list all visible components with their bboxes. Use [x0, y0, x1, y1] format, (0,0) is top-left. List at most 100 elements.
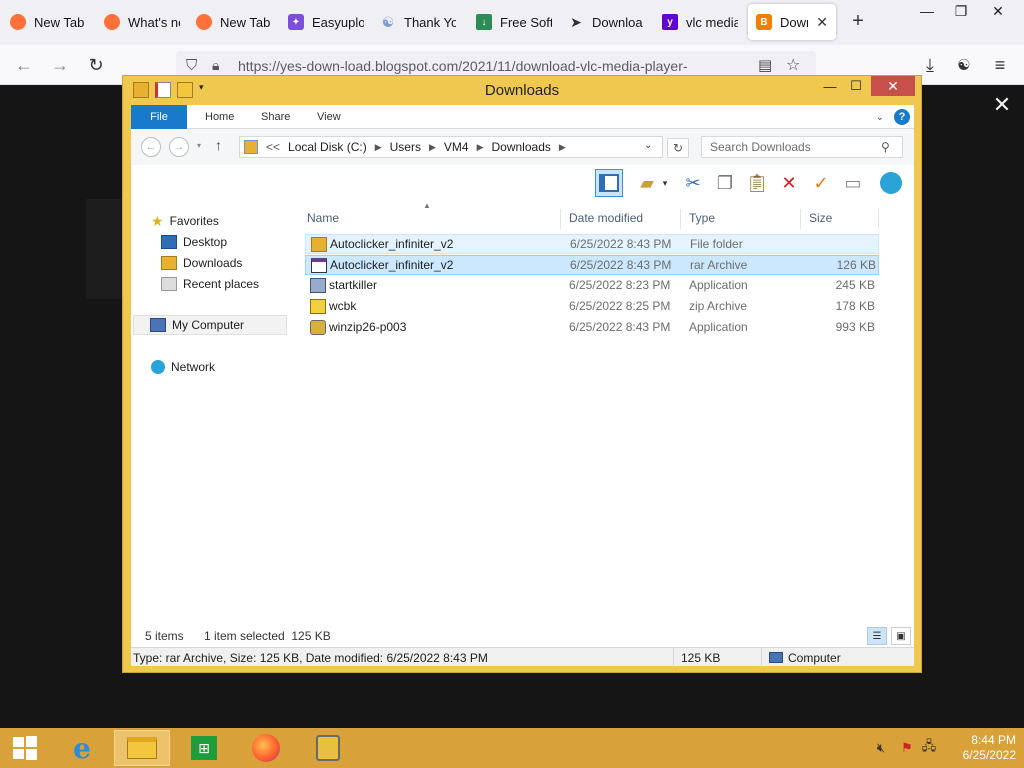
forward-icon[interactable]: → — [169, 137, 189, 157]
taskbar-firefox[interactable] — [238, 730, 294, 766]
chevron-right-icon[interactable]: ▶ — [429, 142, 436, 153]
nav-network[interactable]: Network — [151, 357, 215, 377]
reload-icon[interactable]: ↻ — [84, 53, 108, 77]
downloads-icon[interactable]: ⤓ — [918, 53, 942, 77]
expand-ribbon-icon[interactable]: ⌄ — [876, 112, 884, 123]
nav-recent-places[interactable]: Recent places — [161, 274, 259, 294]
breadcrumb-local-disk[interactable]: Local Disk (C:) — [288, 140, 367, 154]
nav-my-computer[interactable]: My Computer — [133, 315, 287, 335]
url-text[interactable]: https://yes-down-load.blogspot.com/2021/… — [238, 58, 688, 74]
back-icon[interactable]: ← — [141, 137, 161, 157]
column-type[interactable]: Type — [681, 209, 801, 229]
table-row[interactable]: startkiller 6/25/2022 8:23 PM Applicatio… — [305, 276, 879, 296]
preview-pane-icon — [599, 174, 619, 192]
chevron-right-icon[interactable]: ▶ — [559, 142, 566, 153]
tab-file[interactable]: File — [131, 105, 187, 129]
table-row-selected[interactable]: Autoclicker_infiniter_v2 6/25/2022 8:43 … — [305, 255, 879, 275]
taskbar-store[interactable]: ⊞ — [176, 730, 232, 766]
start-button[interactable] — [0, 730, 50, 766]
address-bar[interactable]: << Local Disk (C:) ▶ Users ▶ VM4 ▶ Downl… — [239, 136, 663, 158]
help-icon[interactable]: ? — [894, 109, 910, 125]
close-window-icon[interactable]: ✕ — [978, 0, 1018, 22]
menu-icon[interactable]: ≡ — [988, 53, 1012, 77]
explorer-title-bar[interactable]: ▾ Downloads — ☐ ✕ — [123, 76, 921, 104]
forward-icon[interactable]: → — [48, 53, 72, 77]
table-row[interactable]: winzip26-p003 6/25/2022 8:43 PM Applicat… — [305, 318, 879, 338]
taskbar-winzip[interactable] — [300, 730, 356, 766]
network-tray-icon[interactable]: 🖧︎ — [920, 738, 938, 756]
column-date-modified[interactable]: Date modified — [561, 209, 681, 229]
bookmark-star-icon[interactable]: ☆ — [786, 55, 800, 75]
large-icons-view-icon[interactable]: ▣ — [891, 627, 911, 645]
folder-options-icon[interactable]: ▰ — [633, 169, 661, 197]
file-name: startkiller — [329, 278, 378, 292]
options-dropdown-icon[interactable]: ▾ — [659, 169, 671, 197]
lock-icon[interactable]: 🔒︎ — [212, 57, 219, 74]
tab-share[interactable]: Share — [247, 105, 304, 129]
nav-favorites[interactable]: ★ Favorites — [151, 211, 219, 231]
breadcrumb-downloads[interactable]: Downloads — [492, 140, 551, 154]
close-icon[interactable]: ✕ — [871, 76, 915, 96]
browser-tab-8[interactable]: y vlc media — [654, 4, 746, 40]
cut-icon[interactable]: ✂ — [679, 169, 707, 197]
reader-view-icon[interactable]: ▤ — [758, 56, 772, 74]
rename-check-icon[interactable]: ✓ — [807, 169, 835, 197]
overlay-close-icon[interactable]: ✕ — [990, 92, 1014, 118]
taskbar-internet-explorer[interactable]: e — [54, 730, 110, 766]
refresh-icon[interactable]: ↻ — [667, 138, 689, 158]
computer-icon — [769, 652, 783, 663]
minimize-icon[interactable]: — — [910, 0, 944, 22]
chevron-right-icon[interactable]: ▶ — [477, 142, 484, 153]
recent-locations-icon[interactable]: ▾ — [197, 141, 201, 150]
browser-tab-1[interactable]: New Tab — [2, 4, 96, 40]
preview-pane-button[interactable] — [595, 169, 623, 197]
tab-label: Downloa — [592, 14, 643, 30]
browser-tab-4[interactable]: ✦ Easyuplo — [280, 4, 372, 40]
paste-icon[interactable]: 📋︎ — [743, 169, 771, 197]
maximize-icon[interactable]: ☐ — [843, 76, 869, 96]
navigation-pane: ★ Favorites Desktop Downloads Recent pla… — [131, 201, 299, 625]
details-view-icon[interactable]: ☰ — [867, 627, 887, 645]
tab-label: Free Softw — [500, 14, 552, 30]
globe-icon — [880, 172, 902, 194]
breadcrumb-users[interactable]: Users — [390, 140, 421, 154]
browser-tab-3[interactable]: New Tab — [188, 4, 280, 40]
properties-icon[interactable]: ▭ — [839, 169, 867, 197]
browser-tab-6[interactable]: ↓ Free Softw — [468, 4, 560, 40]
account-icon[interactable]: ☯ — [952, 53, 976, 77]
search-icon[interactable]: ⚲ — [881, 140, 890, 154]
browser-tab-7[interactable]: ➤ Downloa — [560, 4, 652, 40]
address-dropdown-icon[interactable]: ⌄ — [644, 140, 652, 151]
delete-icon[interactable]: ✕ — [775, 169, 803, 197]
minimize-icon[interactable]: — — [817, 76, 843, 96]
table-row[interactable]: wcbk 6/25/2022 8:25 PM zip Archive 178 K… — [305, 297, 879, 317]
action-center-icon[interactable]: ⚑ — [898, 740, 916, 756]
browser-tab-2[interactable]: What's ne — [96, 4, 188, 40]
column-name[interactable]: Name — [299, 209, 561, 229]
file-type: File folder — [690, 237, 743, 251]
volume-muted-icon[interactable]: 🔇︎ — [872, 740, 890, 756]
table-row[interactable]: Autoclicker_infiniter_v2 6/25/2022 8:43 … — [305, 234, 879, 254]
back-icon[interactable]: ← — [12, 53, 36, 77]
taskbar-clock[interactable]: 8:44 PM 6/25/2022 — [940, 733, 1016, 763]
tab-home[interactable]: Home — [191, 105, 248, 129]
restore-icon[interactable]: ❐ — [944, 0, 978, 22]
chevron-right-icon[interactable]: ▶ — [375, 142, 382, 153]
shield-icon[interactable]: ⛉ — [186, 57, 197, 74]
window-title: Downloads — [484, 82, 560, 99]
nav-desktop[interactable]: Desktop — [161, 232, 227, 252]
column-size[interactable]: Size — [801, 209, 879, 229]
taskbar-file-explorer[interactable] — [114, 730, 170, 766]
breadcrumb-vm4[interactable]: VM4 — [444, 140, 469, 154]
nav-downloads[interactable]: Downloads — [161, 253, 242, 273]
new-tab-button[interactable]: + — [848, 10, 868, 33]
search-input[interactable]: Search Downloads — [701, 136, 903, 158]
breadcrumb-overflow[interactable]: << — [266, 140, 280, 154]
browser-tab-9-active[interactable]: B Downl ✕ — [748, 4, 836, 40]
close-tab-icon[interactable]: ✕ — [816, 14, 828, 31]
tab-view[interactable]: View — [303, 105, 355, 129]
copy-icon[interactable]: ❐ — [711, 169, 739, 197]
network-globe-button[interactable] — [877, 169, 905, 197]
up-icon[interactable]: ↑ — [215, 137, 222, 153]
browser-tab-5[interactable]: ☯ Thank Yo — [372, 4, 464, 40]
